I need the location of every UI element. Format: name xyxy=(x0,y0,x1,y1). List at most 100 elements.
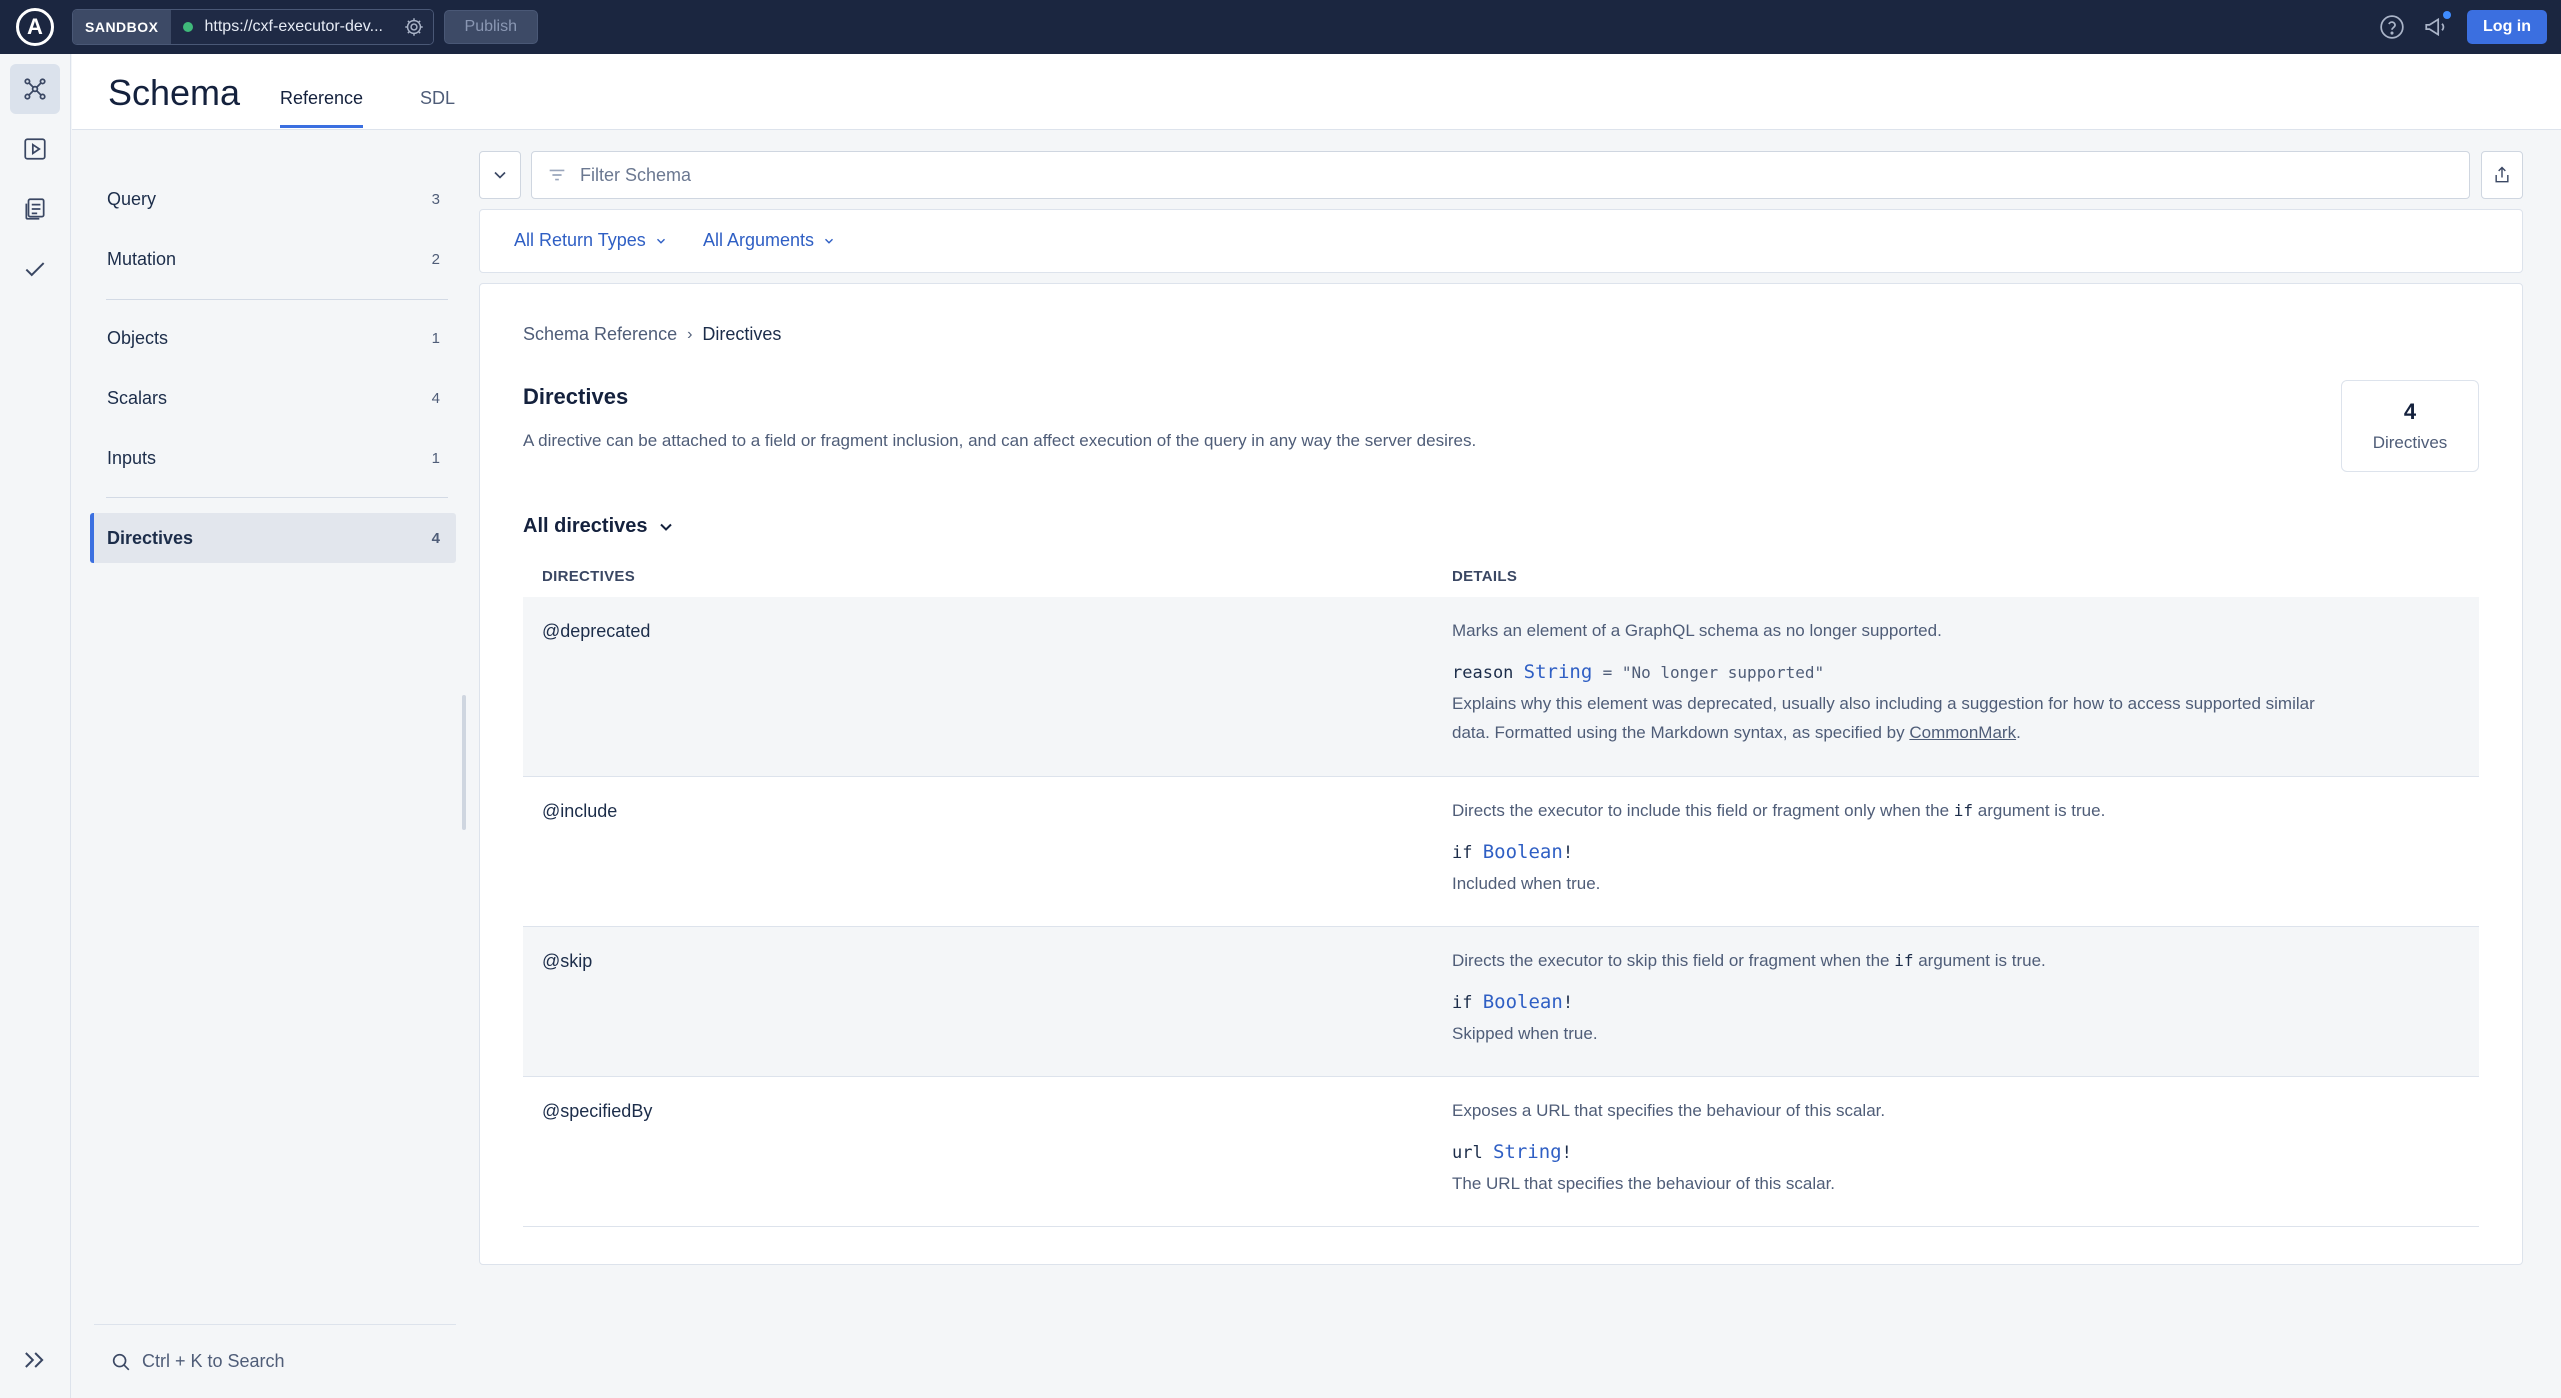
argument-signature: reason String = "No longer supported" xyxy=(1452,661,2352,683)
directive-name: @specifiedBy xyxy=(542,1101,653,1121)
facet-bar: All Return Types All Arguments xyxy=(479,209,2523,273)
table-row: @specifiedBy Exposes a URL that specifie… xyxy=(523,1077,2479,1226)
argument-description: Included when true. xyxy=(1452,874,1601,893)
search-shortcut[interactable]: Ctrl + K to Search xyxy=(94,1324,456,1398)
inline-code: if xyxy=(1894,951,1914,970)
tab-sdl[interactable]: SDL xyxy=(420,88,455,125)
argument-name: reason xyxy=(1452,663,1514,683)
argument-name: if xyxy=(1452,993,1473,1013)
argument-description: Skipped when true. xyxy=(1452,1024,1598,1043)
sidebar-item-inputs[interactable]: Inputs 1 xyxy=(90,433,456,483)
directive-description: Directs the executor to skip this field … xyxy=(1452,947,2352,975)
breadcrumb: Schema Reference › Directives xyxy=(523,324,781,345)
apollo-logo-icon[interactable]: A xyxy=(16,8,54,46)
breadcrumb-current: Directives xyxy=(702,324,782,344)
sidebar-item-mutation[interactable]: Mutation 2 xyxy=(90,234,456,284)
all-directives-label: All directives xyxy=(523,515,648,537)
return-types-label: All Return Types xyxy=(514,230,646,250)
chevron-down-icon xyxy=(494,171,506,179)
docs-nav-button[interactable] xyxy=(10,184,60,234)
return-types-dropdown[interactable]: All Return Types xyxy=(514,230,668,251)
environment-selector[interactable]: SANDBOX https://cxf-executor-dev... xyxy=(72,9,434,45)
schema-nav-button[interactable] xyxy=(10,64,60,114)
sidebar-item-directives[interactable]: Directives 4 xyxy=(90,513,456,563)
non-null-marker: ! xyxy=(1562,993,1574,1013)
sidebar-item-scalars[interactable]: Scalars 4 xyxy=(90,373,456,423)
filter-schema-field[interactable] xyxy=(531,151,2470,199)
help-icon[interactable] xyxy=(2379,14,2405,40)
chevron-down-icon xyxy=(659,523,672,531)
argument-type[interactable]: String xyxy=(1493,1141,1562,1163)
arguments-dropdown[interactable]: All Arguments xyxy=(703,230,836,251)
sidebar-item-label: Objects xyxy=(107,327,169,348)
notification-dot xyxy=(2443,11,2452,19)
directives-card: Schema Reference › Directives Directives… xyxy=(479,283,2523,1265)
argument-signature: if Boolean! xyxy=(1452,841,2352,863)
sidebar-item-query[interactable]: Query 3 xyxy=(90,174,456,224)
argument-name: url xyxy=(1452,1143,1483,1163)
chevron-right-icon: › xyxy=(687,325,693,343)
directive-description-text: Directs the executor to skip this field … xyxy=(1452,951,1895,970)
checks-icon xyxy=(25,262,45,277)
sandbox-tag: SANDBOX xyxy=(73,10,171,44)
non-null-marker: ! xyxy=(1561,1143,1572,1163)
argument-signature: url String! xyxy=(1452,1141,2352,1163)
table-row: @skip Directs the executor to skip this … xyxy=(523,927,2479,1076)
argument-description-end: . xyxy=(2016,723,2021,742)
gear-icon[interactable] xyxy=(403,16,425,38)
commonmark-link[interactable]: CommonMark xyxy=(1909,723,2016,742)
sidebar-item-count: 1 xyxy=(431,329,440,347)
share-button[interactable] xyxy=(2481,151,2523,199)
directive-description-end: argument is true. xyxy=(1913,951,2046,970)
argument-type[interactable]: Boolean xyxy=(1483,991,1563,1013)
endpoint-url-field[interactable]: https://cxf-executor-dev... xyxy=(170,10,433,44)
directive-details: Exposes a URL that specifies the behavio… xyxy=(1452,1097,2352,1198)
argument-description: The URL that specifies the behaviour of … xyxy=(1452,1174,1836,1193)
login-button[interactable]: Log in xyxy=(2467,10,2547,44)
endpoint-url: https://cxf-executor-dev... xyxy=(204,18,383,35)
argument-default: = "No longer supported" xyxy=(1602,663,1825,682)
sidebar-item-count: 1 xyxy=(431,449,440,467)
share-icon xyxy=(2495,166,2509,183)
sidebar-item-count: 3 xyxy=(431,190,440,208)
explorer-nav-button[interactable] xyxy=(10,124,60,174)
breadcrumb-root-link[interactable]: Schema Reference xyxy=(523,324,677,345)
search-icon xyxy=(112,1353,130,1370)
directive-description: Exposes a URL that specifies the behavio… xyxy=(1452,1101,1886,1120)
filter-icon xyxy=(549,169,565,181)
column-header-details: DETAILS xyxy=(1452,568,1518,585)
announcements-icon[interactable] xyxy=(2423,11,2452,40)
column-header-directives: DIRECTIVES xyxy=(542,568,636,585)
section-title: Directives xyxy=(523,384,629,409)
inline-code: if xyxy=(1953,801,1974,820)
all-directives-toggle[interactable]: All directives xyxy=(523,515,676,538)
directive-description: Marks an element of a GraphQL schema as … xyxy=(1452,621,1942,640)
directive-name: @deprecated xyxy=(542,621,651,641)
publish-button[interactable]: Publish xyxy=(443,10,538,44)
page-title: Schema xyxy=(108,72,241,113)
sidebar-item-label: Scalars xyxy=(107,387,168,408)
search-shortcut-label: Ctrl + K to Search xyxy=(142,1351,285,1371)
sidebar-divider xyxy=(106,299,448,300)
sidebar-item-count: 4 xyxy=(431,529,440,547)
section-description: A directive can be attached to a field o… xyxy=(523,431,1477,450)
connection-status-icon xyxy=(182,22,193,32)
table-row: @deprecated Marks an element of a GraphQ… xyxy=(523,597,2479,776)
directive-count: 4 xyxy=(2403,399,2417,424)
sidebar-resize-handle[interactable] xyxy=(462,695,466,830)
sidebar-item-label: Inputs xyxy=(107,447,157,468)
collapse-button[interactable] xyxy=(479,151,521,199)
argument-type[interactable]: Boolean xyxy=(1483,841,1563,863)
sidebar-item-count: 2 xyxy=(431,250,440,268)
filter-schema-input[interactable] xyxy=(580,164,2380,186)
sidebar-item-objects[interactable]: Objects 1 xyxy=(90,313,456,363)
directive-count-box: 4 Directives xyxy=(2341,380,2479,472)
sidebar-item-label: Mutation xyxy=(107,248,177,269)
argument-signature: if Boolean! xyxy=(1452,991,2352,1013)
argument-description-text: Explains why this element was deprecated… xyxy=(1452,694,2315,742)
tab-reference[interactable]: Reference xyxy=(280,88,364,128)
expand-sidebar-icon[interactable] xyxy=(20,1346,48,1374)
checks-nav-button[interactable] xyxy=(10,244,60,294)
argument-type[interactable]: String xyxy=(1524,661,1593,683)
docs-icon xyxy=(25,198,45,220)
